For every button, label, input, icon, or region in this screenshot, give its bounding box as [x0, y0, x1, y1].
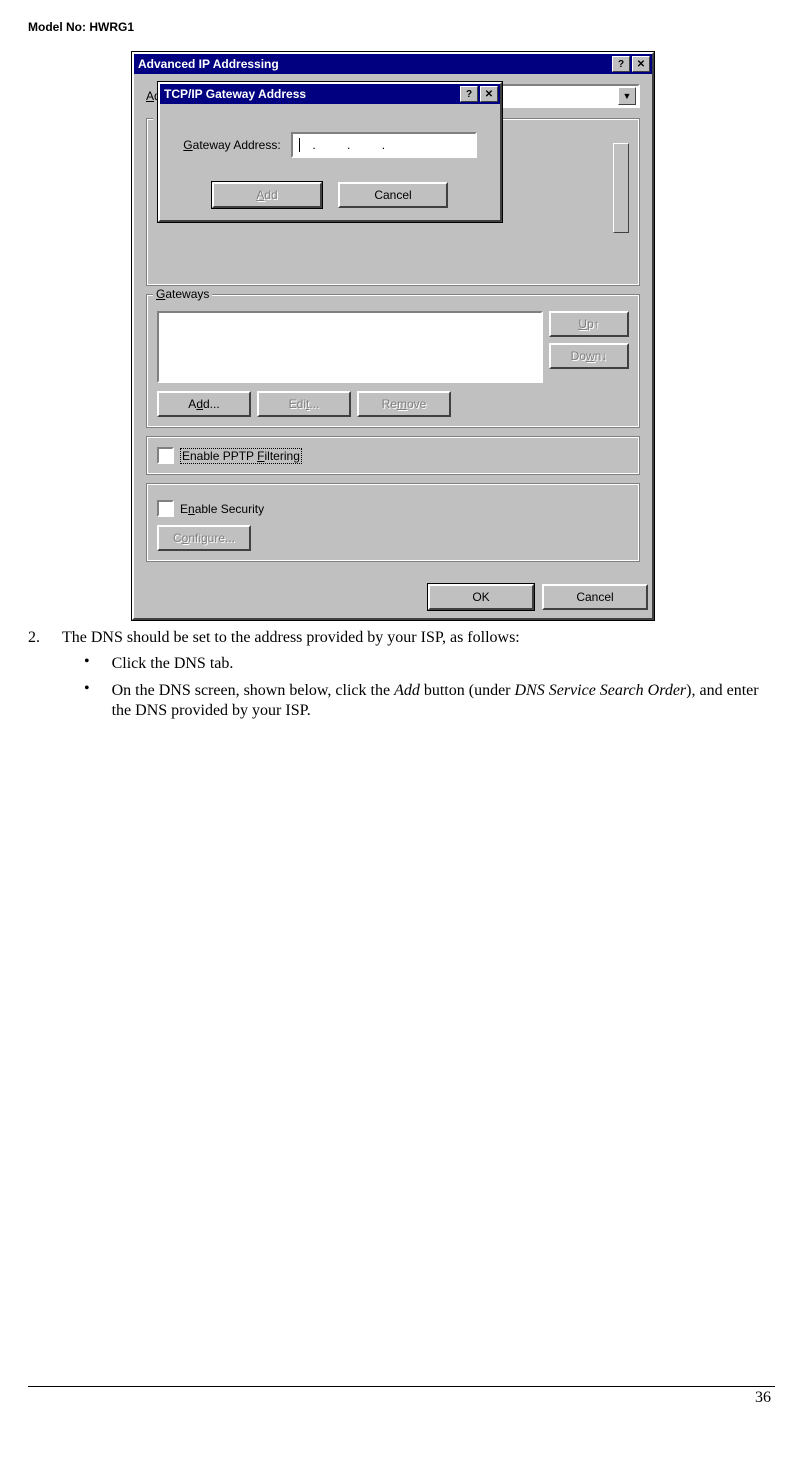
- gateways-groupbox: Gateways Up↑ Down↓ Add... Edit... Remove: [146, 294, 640, 428]
- security-checkbox[interactable]: [157, 500, 174, 517]
- security-label: Enable Security: [180, 502, 264, 516]
- page-number: 36: [755, 1389, 771, 1406]
- gateway-listbox[interactable]: [157, 311, 543, 383]
- dropdown-icon[interactable]: ▼: [618, 87, 636, 105]
- add-gateway-button[interactable]: Add...: [157, 391, 251, 417]
- page-header: Model No: HWRG1: [28, 20, 775, 34]
- security-groupbox: Enable Security Configure...: [146, 483, 640, 562]
- modal-help-button[interactable]: ?: [460, 86, 478, 102]
- ok-button[interactable]: OK: [428, 584, 534, 610]
- edit-gateway-button[interactable]: Edit...: [257, 391, 351, 417]
- remove-gateway-button[interactable]: Remove: [357, 391, 451, 417]
- gateway-address-input[interactable]: . . .: [291, 132, 477, 158]
- scrollbar[interactable]: [613, 143, 629, 233]
- page-footer: 36: [28, 1386, 775, 1407]
- bullet-text-2: On the DNS screen, shown below, click th…: [112, 681, 775, 722]
- document-body: 2. The DNS should be set to the address …: [28, 628, 775, 728]
- dialog-titlebar: Advanced IP Addressing ? ✕: [134, 54, 652, 74]
- close-button[interactable]: ✕: [632, 56, 650, 72]
- pptp-groupbox: Enable PPTP Filtering: [146, 436, 640, 475]
- bullet-text-1: Click the DNS tab.: [112, 654, 234, 674]
- modal-close-button[interactable]: ✕: [480, 86, 498, 102]
- modal-cancel-button[interactable]: Cancel: [338, 182, 448, 208]
- pptp-label: Enable PPTP Filtering: [180, 448, 302, 464]
- dialog-title: Advanced IP Addressing: [138, 57, 610, 71]
- pptp-checkbox[interactable]: [157, 447, 174, 464]
- step-text: The DNS should be set to the address pro…: [62, 628, 775, 648]
- text-caret-icon: [299, 138, 300, 152]
- bullet-icon: •: [84, 654, 90, 674]
- list-number: 2.: [28, 628, 44, 728]
- advanced-ip-dialog: Advanced IP Addressing ? ✕ Adapter: PCI …: [132, 52, 654, 620]
- down-button[interactable]: Down↓: [549, 343, 629, 369]
- modal-title: TCP/IP Gateway Address: [164, 87, 458, 101]
- gateway-address-label: Gateway Address:: [183, 138, 280, 152]
- gateway-address-modal: TCP/IP Gateway Address ? ✕ Gateway Addre…: [158, 82, 502, 222]
- up-button[interactable]: Up↑: [549, 311, 629, 337]
- bullet-icon: •: [84, 681, 90, 722]
- help-button[interactable]: ?: [612, 56, 630, 72]
- cancel-button[interactable]: Cancel: [542, 584, 648, 610]
- configure-button[interactable]: Configure...: [157, 525, 251, 551]
- ip-placeholder: . . .: [304, 138, 386, 152]
- gateways-legend: Gateways: [153, 287, 212, 301]
- modal-add-button[interactable]: Add: [212, 182, 322, 208]
